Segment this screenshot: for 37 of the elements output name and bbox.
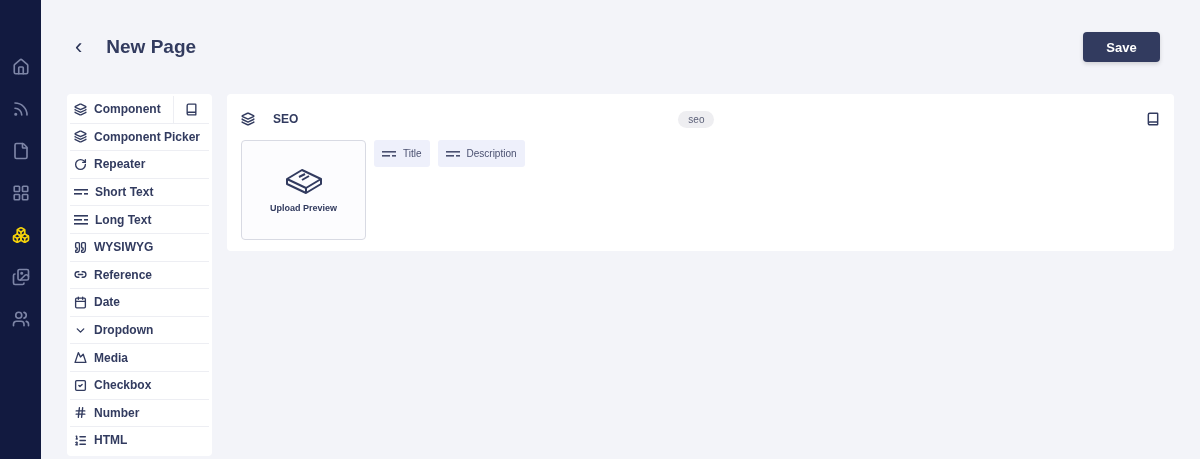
palette-item[interactable]: Repeater xyxy=(70,151,209,178)
book-icon[interactable] xyxy=(1146,112,1160,126)
lines-icon xyxy=(74,214,88,225)
palette-item[interactable]: Component Picker xyxy=(70,123,209,151)
hash-icon xyxy=(74,406,87,420)
palette-item[interactable]: Component xyxy=(70,96,173,123)
palette-item[interactable]: Dropdown xyxy=(70,316,209,344)
field-chip[interactable]: Title xyxy=(374,140,430,167)
page-title: New Page xyxy=(106,36,197,58)
palette-item[interactable]: HTML xyxy=(70,427,209,454)
lines-icon xyxy=(74,187,88,198)
mountain-icon xyxy=(74,351,87,365)
layers-icon xyxy=(74,102,87,116)
field-chip[interactable]: Description xyxy=(437,140,525,167)
palette-item[interactable]: Reference xyxy=(70,261,209,289)
palette-item[interactable]: Checkbox xyxy=(70,371,209,399)
upload-preview-button[interactable]: Upload Preview xyxy=(241,140,366,240)
component-key: seo xyxy=(678,110,715,128)
save-button[interactable]: Save xyxy=(1083,32,1160,62)
tray-icon xyxy=(283,167,324,195)
quote-icon xyxy=(74,240,87,254)
component-name: SEO xyxy=(273,112,299,126)
list-icon xyxy=(74,433,87,447)
back-button[interactable]: ‹ xyxy=(67,36,91,58)
palette-item[interactable]: Short Text xyxy=(70,178,209,206)
checkbox-icon xyxy=(74,378,87,392)
lines-icon xyxy=(445,148,460,159)
palette-item[interactable]: Media xyxy=(70,344,209,371)
layers-icon xyxy=(241,112,255,126)
repeat-icon xyxy=(74,158,87,171)
calendar-icon xyxy=(74,295,87,309)
palette-item[interactable]: WYSIWYG xyxy=(70,233,209,261)
layers-icon xyxy=(74,130,87,144)
palette-item[interactable]: Number xyxy=(70,399,209,427)
palette-item[interactable]: Date xyxy=(70,289,209,316)
palette-item[interactable]: Long Text xyxy=(70,206,209,233)
lines-icon xyxy=(382,148,396,159)
